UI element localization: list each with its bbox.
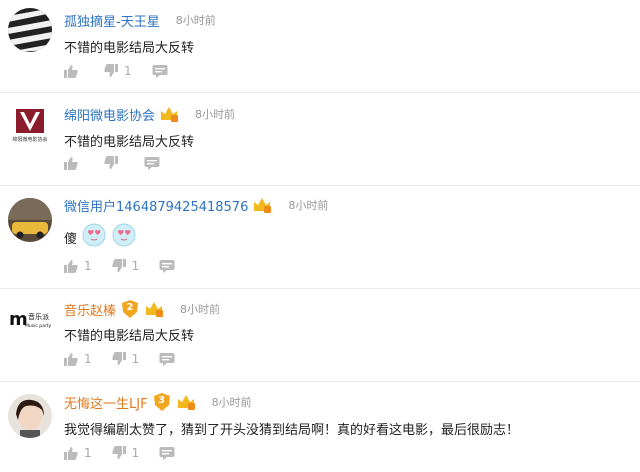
avatar[interactable]	[8, 8, 52, 52]
thumbs-down-icon	[104, 156, 118, 169]
crown-badge-icon	[144, 300, 164, 318]
reply-icon	[159, 447, 175, 460]
username[interactable]: 绵阳微电影协会	[64, 105, 155, 124]
timestamp: 8小时前	[175, 14, 216, 27]
comment-item: 微信用户1464879425418576 8小时前 傻 1 1	[0, 186, 640, 289]
avatar-logo-text: 绵阳微电影协会	[12, 136, 47, 143]
crown-badge-icon	[159, 105, 179, 123]
thumbs-down-icon	[111, 352, 126, 365]
like-button[interactable]: 1	[64, 259, 92, 273]
reply-button[interactable]	[144, 156, 160, 170]
comment-item: 无悔这一生LJF 3 8小时前 我觉得编剧太赞了，猜到了开头没猜到结局啊！真的好…	[0, 382, 640, 472]
reply-button[interactable]	[159, 352, 175, 366]
level-badge: 2	[120, 299, 140, 319]
like-count: 1	[84, 352, 92, 366]
reply-icon	[159, 260, 175, 273]
level-number: 2	[126, 302, 134, 313]
comment-item: 孤独摘星-天王星 8小时前 不错的电影结局大反转 1	[0, 0, 640, 93]
reply-icon	[152, 65, 168, 78]
username[interactable]: 无悔这一生LJF	[64, 393, 148, 412]
level-badge: 3	[152, 392, 172, 412]
reply-button[interactable]	[159, 446, 175, 460]
thumbs-up-icon	[64, 260, 78, 273]
avatar[interactable]: m 音乐派 Music party	[8, 301, 52, 345]
avatar[interactable]: 绵阳微电影协会	[8, 103, 52, 147]
dislike-count: 1	[131, 259, 140, 273]
heart-eyes-emoji-icon	[111, 222, 137, 252]
timestamp: 8小时前	[195, 108, 236, 121]
like-count: 1	[84, 446, 92, 460]
comment-text: 不错的电影结局大反转	[64, 41, 195, 56]
thumbs-down-icon	[104, 64, 118, 77]
dislike-button[interactable]: 1	[111, 259, 140, 273]
comment-text: 不错的电影结局大反转	[64, 135, 195, 150]
dislike-count: 1	[131, 446, 140, 460]
username[interactable]: 孤独摘星-天王星	[64, 11, 160, 30]
crown-badge-icon	[176, 393, 196, 411]
like-button[interactable]: 1	[64, 352, 92, 366]
thumbs-up-icon	[64, 65, 78, 78]
thumbs-up-icon	[64, 157, 78, 170]
thumbs-up-icon	[64, 353, 78, 366]
timestamp: 8小时前	[180, 303, 221, 316]
heart-eyes-emoji-icon	[81, 222, 107, 252]
dislike-button[interactable]: 1	[111, 446, 140, 460]
username[interactable]: 微信用户1464879425418576	[64, 196, 248, 215]
reply-icon	[144, 157, 160, 170]
dislike-count: 1	[124, 64, 132, 78]
dislike-button[interactable]: 1	[111, 352, 140, 366]
reply-icon	[159, 353, 175, 366]
reply-button[interactable]	[159, 259, 175, 273]
like-button[interactable]: 1	[64, 446, 92, 460]
avatar[interactable]	[8, 394, 52, 438]
comment-item: m 音乐派 Music party 音乐赵榛 2 8小时前 不错的电影结局大反转…	[0, 289, 640, 382]
comment-text: 我觉得编剧太赞了，猜到了开头没猜到结局啊！真的好看这电影，最后很励志！	[64, 423, 520, 438]
avatar-logo-text: 音乐派	[28, 312, 49, 321]
like-button[interactable]	[64, 64, 84, 78]
thumbs-down-icon	[111, 446, 126, 459]
timestamp: 8小时前	[211, 396, 252, 409]
comment-text: 不错的电影结局大反转	[64, 329, 195, 344]
avatar-logo-subtext: Music party	[25, 323, 51, 329]
timestamp: 8小时前	[288, 199, 329, 212]
avatar[interactable]	[8, 198, 52, 242]
username[interactable]: 音乐赵榛	[64, 300, 116, 319]
reply-button[interactable]	[152, 64, 168, 78]
comment-text-content: 傻	[64, 231, 78, 247]
thumbs-up-icon	[64, 447, 78, 460]
like-count: 1	[84, 259, 92, 273]
comment-item: 绵阳微电影协会 绵阳微电影协会 8小时前 不错的电影结局大反转	[0, 93, 640, 186]
crown-badge-icon	[252, 196, 272, 214]
like-button[interactable]	[64, 156, 84, 170]
dislike-button[interactable]	[104, 156, 124, 170]
thumbs-down-icon	[111, 259, 126, 272]
level-number: 3	[158, 395, 166, 406]
dislike-button[interactable]: 1	[104, 64, 132, 78]
dislike-count: 1	[131, 352, 140, 366]
comment-text: 傻	[64, 222, 137, 252]
